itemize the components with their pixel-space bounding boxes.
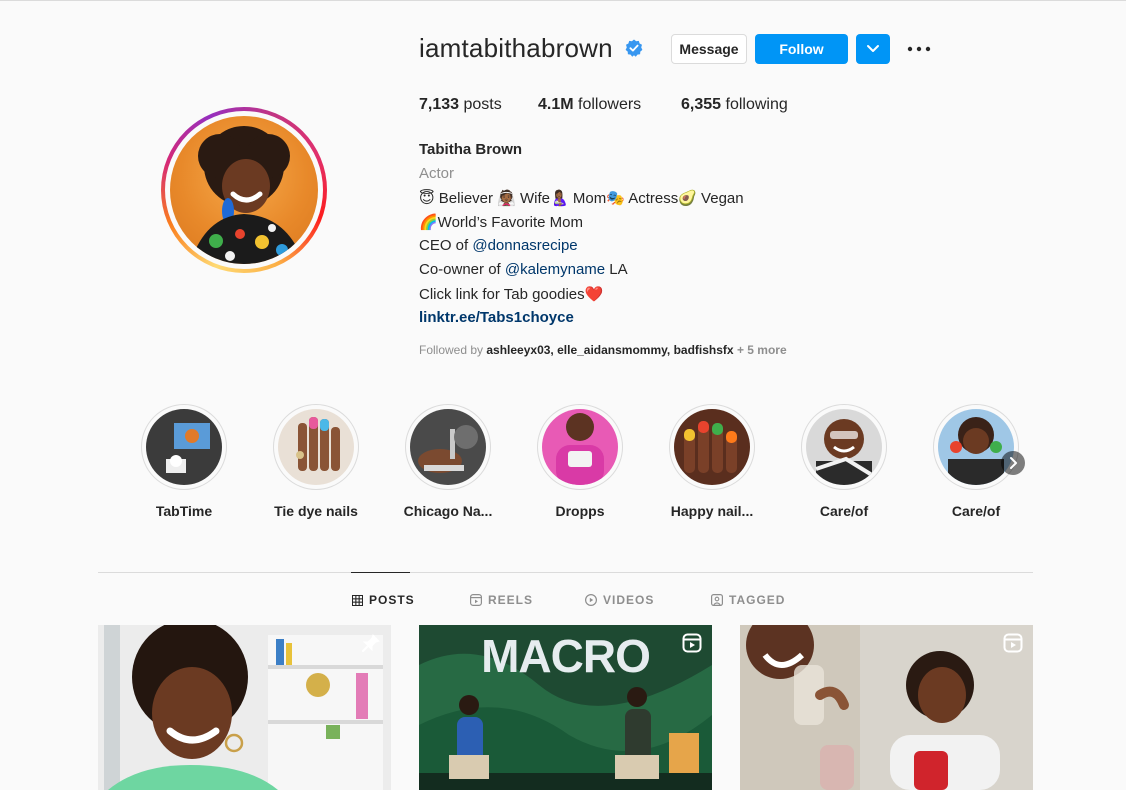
posts-count-stat: 7,133 posts: [419, 96, 502, 114]
reels-icon: [470, 594, 482, 606]
profile-external-link[interactable]: linktr.ee/Tabs1choyce: [419, 309, 574, 326]
bio-text: CEO of: [419, 237, 473, 254]
chevron-down-icon: [867, 45, 879, 52]
bio-line: Click link for Tab goodies❤️: [419, 286, 604, 303]
tab-label: REELS: [488, 593, 534, 607]
followers-count: 4.1M: [538, 96, 574, 113]
followers-stat[interactable]: 4.1M followers: [538, 96, 641, 114]
highlights-next-button[interactable]: [1001, 451, 1025, 475]
post-image: [98, 625, 391, 790]
profile-category: Actor: [419, 165, 455, 182]
bio-line: CEO of @donnasrecipe: [419, 237, 578, 254]
pin-icon: [362, 634, 380, 652]
tagged-icon: [711, 594, 723, 606]
follow-button[interactable]: Follow: [755, 34, 848, 64]
highlight-label: Chicago Na...: [403, 503, 493, 519]
tab-posts[interactable]: POSTS: [352, 593, 415, 607]
highlight-label: Care/of: [951, 503, 1001, 519]
highlight-thumbnail: [410, 409, 486, 485]
reel-icon: [1003, 633, 1023, 653]
bio-line: 😇 Believer 👰🏾 Wife🤱🏾 Mom🎭 Actress🥑 Vegan: [419, 190, 744, 207]
tabs-divider: [98, 572, 1033, 573]
bio-mention-link[interactable]: @kalemyname: [505, 261, 605, 278]
post-thumbnail[interactable]: [98, 625, 391, 790]
highlight-thumbnail: [278, 409, 354, 485]
posts-count: 7,133: [419, 96, 460, 113]
story-highlight[interactable]: TabTime: [129, 404, 239, 519]
bio-text: Co-owner of: [419, 261, 505, 278]
highlight-label: Tie dye nails: [274, 503, 358, 519]
highlight-label: TabTime: [155, 503, 213, 519]
highlight-label: Happy nail...: [670, 503, 754, 519]
story-highlight[interactable]: Chicago Na...: [393, 404, 503, 519]
grid-icon: [352, 594, 363, 606]
following-stat[interactable]: 6,355 following: [681, 96, 788, 114]
more-options-icon[interactable]: [906, 38, 932, 60]
post-overlay-text: MACRO: [481, 630, 651, 682]
bio-line: 🌈World’s Favorite Mom: [419, 214, 583, 231]
highlight-label: Care/of: [819, 503, 869, 519]
highlight-thumbnail: [806, 409, 882, 485]
tab-videos[interactable]: VIDEOS: [585, 593, 654, 607]
suggested-accounts-button[interactable]: [856, 34, 890, 64]
tab-reels[interactable]: REELS: [470, 593, 533, 607]
top-border: [0, 0, 1126, 1]
profile-full-name: Tabitha Brown: [419, 141, 523, 158]
verified-badge-icon: [625, 39, 643, 57]
tab-label: VIDEOS: [603, 593, 655, 607]
video-icon: [585, 594, 597, 606]
active-tab-indicator: [351, 572, 410, 573]
followed-by-prefix: Followed by: [419, 343, 487, 357]
followed-by[interactable]: Followed by ashleeyx03, elle_aidansmommy…: [419, 343, 787, 357]
message-button[interactable]: Message: [671, 34, 747, 64]
post-thumbnail[interactable]: [740, 625, 1033, 790]
profile-avatar[interactable]: [161, 107, 327, 273]
highlight-label: Dropps: [555, 503, 605, 519]
bio-line: Co-owner of @kalemyname LA: [419, 261, 628, 278]
chevron-right-icon: [1010, 457, 1017, 469]
followed-by-more[interactable]: + 5 more: [734, 343, 787, 357]
posts-label: posts: [463, 96, 502, 113]
tab-label: POSTS: [369, 593, 415, 607]
story-highlight[interactable]: Care/of: [789, 404, 899, 519]
following-label: following: [725, 96, 788, 113]
bio-mention-link[interactable]: @donnasrecipe: [472, 237, 577, 254]
profile-username: iamtabithabrown: [419, 33, 613, 63]
story-highlight[interactable]: Happy nail...: [657, 404, 767, 519]
followers-label: followers: [578, 96, 642, 113]
post-thumbnail[interactable]: MACRO: [419, 625, 712, 790]
followed-by-names[interactable]: ashleeyx03, elle_aidansmommy, badfishsfx: [486, 343, 733, 357]
story-highlight[interactable]: Dropps: [525, 404, 635, 519]
tab-tagged[interactable]: TAGGED: [711, 593, 785, 607]
highlight-thumbnail: [542, 409, 618, 485]
tab-label: TAGGED: [729, 593, 786, 607]
highlight-thumbnail: [146, 409, 222, 485]
story-highlight[interactable]: Tie dye nails: [261, 404, 371, 519]
post-image: [740, 625, 1033, 790]
avatar-photo: [170, 116, 318, 264]
following-count: 6,355: [681, 96, 722, 113]
reel-icon: [682, 633, 702, 653]
bio-text: LA: [605, 261, 628, 278]
highlight-thumbnail: [674, 409, 750, 485]
